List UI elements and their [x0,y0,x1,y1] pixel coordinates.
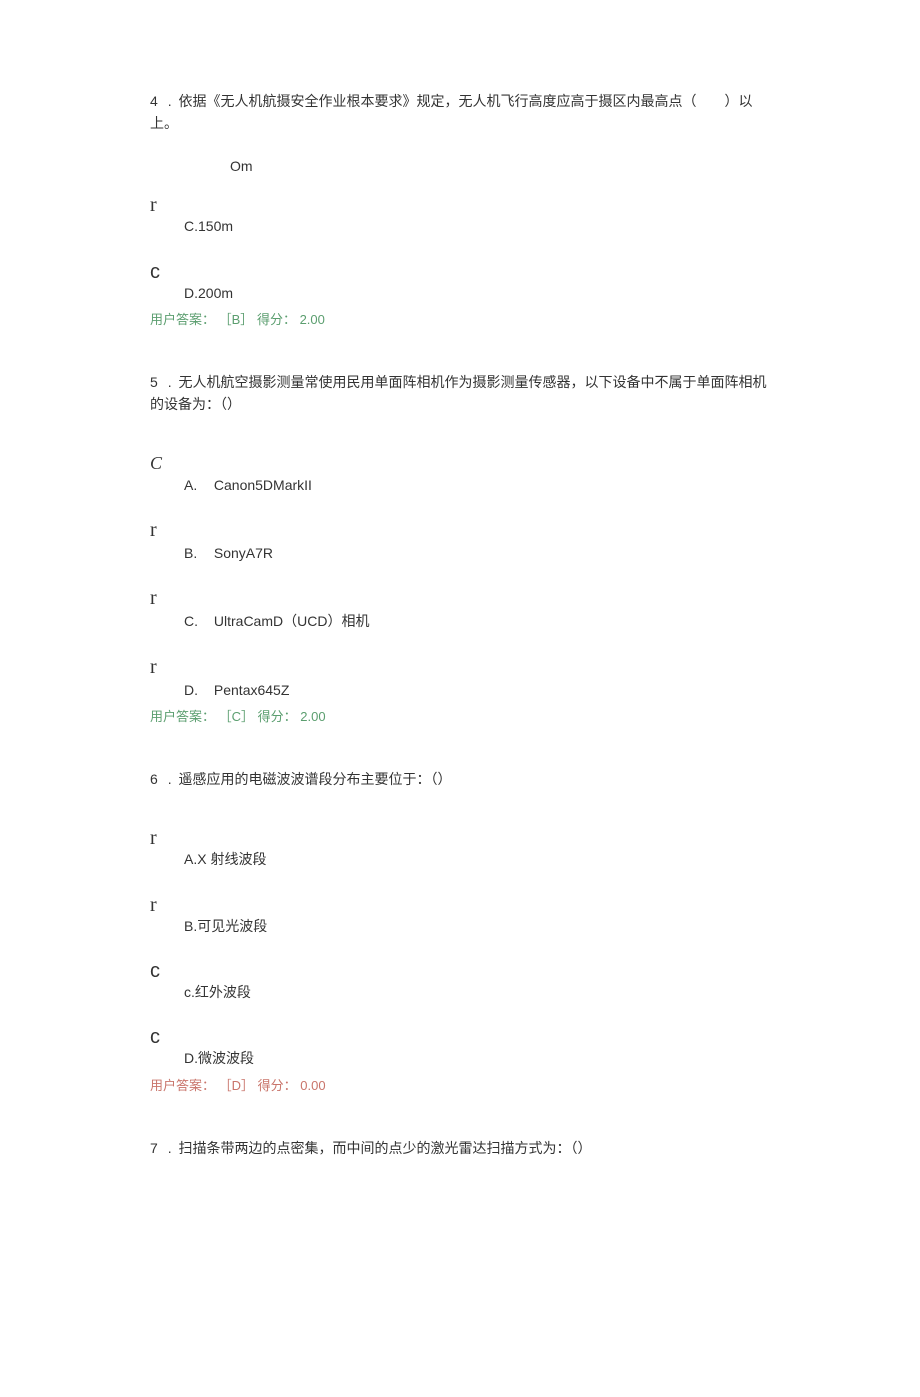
question-5: 5 . 无人机航空摄影测量常使用民用单面阵相机作为摄影测量传感器，以下设备中不属… [150,371,770,728]
q5-option-c: C. UltraCamD（UCD）相机 [150,610,770,632]
q6-option-row-a: r A.X 射线波段 [150,828,770,870]
marker-r: r [150,588,770,608]
marker-r: r [150,657,770,677]
q6-option-row-d: c D.微波波段 [150,1027,770,1069]
question-dot: . [168,90,175,112]
q5-answer-line: 用户答案： ［C］ 得分： 2.00 [150,707,770,728]
answer-letter: ［D］ [219,1078,254,1093]
q6-option-c-label: c.红外波段 [150,981,770,1003]
q6-option-row-b: r B.可见光波段 [150,895,770,937]
q5-option-row-a: C A. Canon5DMarkII [150,454,770,496]
question-6: 6 . 遥感应用的电磁波波谱段分布主要位于：（） r A.X 射线波段 r B.… [150,768,770,1097]
q6-option-d-label: D.微波波段 [150,1047,770,1069]
q5-option-row-c: r C. UltraCamD（UCD）相机 [150,588,770,632]
q4-option-row-d: c D.200m [150,262,770,304]
question-number: 6 [150,771,158,787]
question-4-text: 4 . 依据《无人机航摄安全作业根本要求》规定，无人机飞行高度应高于摄区内最高点… [150,90,770,135]
q5-option-a: A. Canon5DMarkII [150,474,770,496]
q4-option-d-label: D.200m [150,282,770,304]
question-body: 扫描条带两边的点密集，而中间的点少的激光雷达扫描方式为：（） [178,1140,591,1156]
q6-answer-line: 用户答案： ［D］ 得分： 0.00 [150,1076,770,1097]
answer-score-value: 2.00 [300,312,325,327]
question-7: 7 . 扫描条带两边的点密集，而中间的点少的激光雷达扫描方式为：（） [150,1137,770,1159]
marker-r: r [150,828,770,848]
answer-score-label: 得分： [258,1078,297,1093]
question-number: 5 [150,374,158,390]
q5-option-row-b: r B. SonyA7R [150,520,770,564]
q6-option-b-label: B.可见光波段 [150,915,770,937]
answer-prefix: 用户答案： [150,312,215,327]
answer-letter: ［B］ [219,312,254,327]
marker-r: r [150,520,770,540]
marker-c: c [150,1027,770,1047]
answer-score-label: 得分： [258,709,297,724]
question-dot: . [168,768,175,790]
question-4: 4 . 依据《无人机航摄安全作业根本要求》规定，无人机飞行高度应高于摄区内最高点… [150,90,770,331]
answer-score-value: 2.00 [300,709,325,724]
q4-option-row-c: r C.150m [150,195,770,237]
marker-r: r [150,895,770,915]
marker-c: c [150,961,770,981]
q4-option-c-label: C.150m [150,215,770,237]
question-number: 4 [150,93,158,109]
q5-option-d: D. Pentax645Z [150,679,770,701]
q4-option-loose: Om [150,155,770,177]
question-body: 无人机航空摄影测量常使用民用单面阵相机作为摄影测量传感器，以下设备中不属于单面阵… [150,374,766,412]
q5-option-b: B. SonyA7R [150,542,770,564]
answer-letter: ［C］ [219,709,254,724]
answer-prefix: 用户答案： [150,1078,215,1093]
question-6-text: 6 . 遥感应用的电磁波波谱段分布主要位于：（） [150,768,770,790]
q6-option-a-label: A.X 射线波段 [150,848,770,870]
marker-c-italic: C [150,454,770,472]
marker-r: r [150,195,770,215]
question-7-text: 7 . 扫描条带两边的点密集，而中间的点少的激光雷达扫描方式为：（） [150,1137,770,1159]
question-body: 依据《无人机航摄安全作业根本要求》规定，无人机飞行高度应高于摄区内最高点（ ）以… [150,93,752,131]
marker-c: c [150,262,770,282]
question-number: 7 [150,1140,158,1156]
answer-prefix: 用户答案： [150,709,215,724]
q6-option-row-c: c c.红外波段 [150,961,770,1003]
question-dot: . [168,1137,175,1159]
question-dot: . [168,371,175,393]
q4-answer-line: 用户答案： ［B］ 得分： 2.00 [150,310,770,331]
q5-option-row-d: r D. Pentax645Z [150,657,770,701]
answer-score-value: 0.00 [300,1078,325,1093]
question-body: 遥感应用的电磁波波谱段分布主要位于：（） [178,771,451,787]
answer-score-label: 得分： [257,312,296,327]
question-5-text: 5 . 无人机航空摄影测量常使用民用单面阵相机作为摄影测量传感器，以下设备中不属… [150,371,770,416]
